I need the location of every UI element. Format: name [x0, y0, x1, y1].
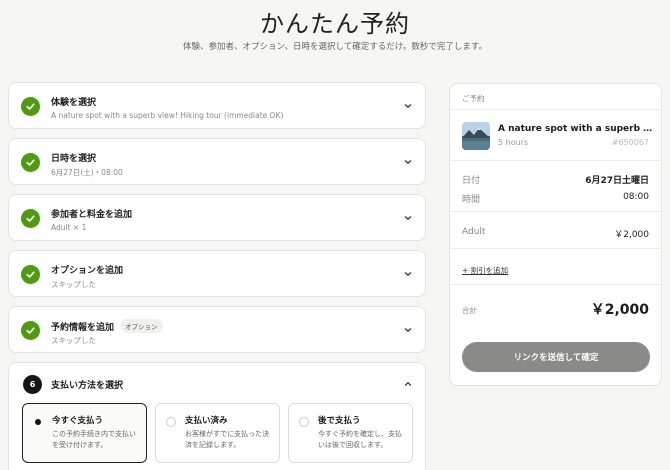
- divider: [450, 109, 661, 110]
- experience-thumbnail: [462, 122, 490, 150]
- payment-option-pay-later[interactable]: 後で支払う 今すぐ予約を確定し、支払いは後で回収します。: [288, 403, 413, 463]
- step-title: 日時を選択: [51, 154, 97, 164]
- payment-option-title: 支払い済み: [185, 416, 228, 426]
- chevron-down-icon[interactable]: [403, 101, 413, 111]
- step-select-payment: 6 支払い方法を選択 今すぐ支払う この予約手続き内で支払いを受け付けます。 支…: [8, 362, 426, 470]
- payment-option-title: 今すぐ支払う: [52, 416, 104, 426]
- adult-price: ￥2,000: [614, 230, 649, 240]
- payment-option-desc: この予約手続き内で支払いを受け付けます。: [52, 430, 136, 449]
- step-title: オプションを追加: [51, 266, 124, 276]
- page-subtitle: 体験、参加者、オプション、日時を選択して確定するだけ。数秒で完了します。: [183, 42, 487, 52]
- step-title: 体験を選択: [51, 98, 97, 108]
- radio-unselected[interactable]: [166, 417, 176, 427]
- divider: [450, 211, 661, 212]
- payment-option-already-paid[interactable]: 支払い済み お客様がすでに支払った決済を記録します。: [155, 403, 280, 463]
- payment-option-desc: 今すぐ予約を確定し、支払いは後で回収します。: [318, 430, 402, 449]
- time-label: 時間: [462, 195, 481, 205]
- booking-summary: ご予約 A nature spot with a superb view! Hi…: [449, 83, 662, 386]
- step-add-booking-info[interactable]: 予約情報を追加 オプション スキップした: [8, 306, 426, 353]
- payment-option-desc: お客様がすでに支払った決済を記録します。: [185, 430, 270, 449]
- time-value: 08:00: [623, 192, 649, 202]
- step-add-options[interactable]: オプションを追加 スキップした: [8, 250, 426, 297]
- experience-id: #650067: [611, 138, 649, 147]
- experience-title: A nature spot with a superb view! Hiking…: [498, 124, 656, 134]
- step-title: 参加者と料金を追加: [51, 210, 133, 220]
- page-title: かんたん予約: [260, 10, 410, 38]
- chevron-down-icon[interactable]: [403, 157, 413, 167]
- check-icon: [21, 153, 40, 172]
- divider: [450, 160, 661, 161]
- total-value: ￥2,000: [590, 302, 649, 318]
- payment-option-pay-now[interactable]: 今すぐ支払う この予約手続き内で支払いを受け付けます。: [22, 403, 147, 463]
- radio-selected[interactable]: [33, 417, 43, 427]
- step-title: 支払い方法を選択: [51, 381, 124, 391]
- optional-badge: オプション: [120, 319, 163, 333]
- add-discount-link[interactable]: + 割引を追加: [462, 265, 508, 276]
- chevron-up-icon[interactable]: [403, 379, 413, 389]
- step-select-experience[interactable]: 体験を選択 A nature spot with a superb view! …: [8, 82, 426, 129]
- adult-label: Adult: [462, 227, 486, 237]
- step-title: 予約情報を追加 オプション: [51, 319, 163, 333]
- radio-unselected[interactable]: [299, 417, 309, 427]
- experience-duration: 5 hours: [498, 138, 529, 147]
- step-subtitle: スキップした: [51, 280, 96, 289]
- check-icon: [21, 265, 40, 284]
- step-subtitle: 6月27日(土)・08:00: [51, 168, 123, 177]
- divider: [450, 248, 661, 249]
- date-label: 日付: [462, 176, 481, 186]
- payment-option-title: 後で支払う: [318, 416, 361, 426]
- step-subtitle: Adult × 1: [51, 223, 87, 232]
- chevron-down-icon[interactable]: [403, 213, 413, 223]
- step-select-datetime[interactable]: 日時を選択 6月27日(土)・08:00: [8, 138, 426, 185]
- send-link-confirm-button[interactable]: リンクを送信して確定: [462, 342, 650, 372]
- check-icon: [21, 321, 40, 340]
- check-icon: [21, 209, 40, 228]
- total-label: 合計: [462, 306, 477, 315]
- summary-label: ご予約: [462, 94, 485, 103]
- chevron-down-icon[interactable]: [403, 325, 413, 335]
- divider: [450, 284, 661, 285]
- step-subtitle: A nature spot with a superb view! Hiking…: [51, 111, 284, 120]
- check-icon: [21, 97, 40, 116]
- step-subtitle: スキップした: [51, 336, 96, 345]
- date-value: 6月27日土曜日: [585, 176, 649, 186]
- step-add-participants[interactable]: 参加者と料金を追加 Adult × 1: [8, 194, 426, 241]
- chevron-down-icon[interactable]: [403, 269, 413, 279]
- step-number: 6: [23, 375, 42, 394]
